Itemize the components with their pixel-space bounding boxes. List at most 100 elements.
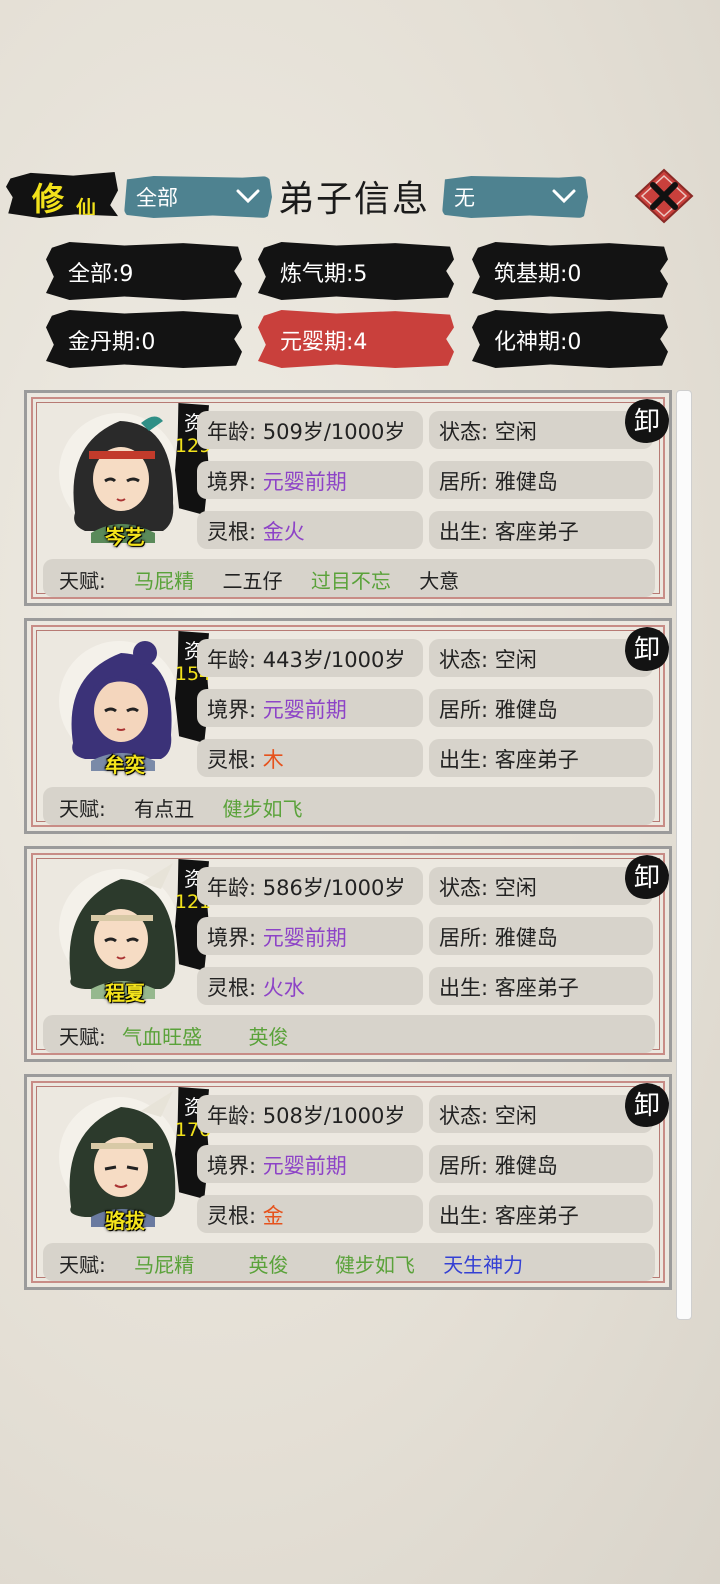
age-value: 586岁/1000岁 xyxy=(262,876,406,900)
dismiss-seal-button[interactable]: 卸 xyxy=(623,1081,671,1129)
chevron-down-icon xyxy=(552,189,576,204)
talent-tag: 大意 xyxy=(419,569,460,593)
talent-tag: 气血旺盛 xyxy=(122,1025,203,1049)
list-scrollbar[interactable] xyxy=(676,390,692,1320)
state-field: 状态: 空闲 xyxy=(429,411,653,449)
disciple-list[interactable]: 资 129 岑艺 年龄: 509岁/1000岁 状态: 空闲 境界: 元婴前期 … xyxy=(24,390,672,1320)
talents-label: 天赋: xyxy=(59,1253,106,1277)
talent-tag: 健步如飞 xyxy=(222,797,303,821)
avatar[interactable]: 资 121 程夏 xyxy=(45,859,215,1009)
dismiss-seal-button[interactable]: 卸 xyxy=(623,853,671,901)
talents-label: 天赋: xyxy=(59,569,106,593)
talents-row: 天赋: 马屁精 英俊 健步如飞 天生神力 xyxy=(43,1243,655,1281)
state-value: 空闲 xyxy=(494,876,537,900)
logo-small-char: 仙 xyxy=(76,196,96,220)
origin-field: 出生: 客座弟子 xyxy=(429,967,653,1005)
chip-all[interactable]: 全部:9 xyxy=(46,242,242,300)
chip-zhuji[interactable]: 筑基期:0 xyxy=(472,242,668,300)
state-field: 状态: 空闲 xyxy=(429,1095,653,1133)
talent-tag: 二五仔 xyxy=(222,569,283,593)
logo-big-char: 修 xyxy=(32,180,65,218)
age-field: 年龄: 508岁/1000岁 xyxy=(197,1095,423,1133)
disciple-card[interactable]: 资 129 岑艺 年龄: 509岁/1000岁 状态: 空闲 境界: 元婴前期 … xyxy=(24,390,672,606)
origin-field: 出生: 客座弟子 xyxy=(429,511,653,549)
svg-text:卸: 卸 xyxy=(634,863,660,893)
talent-tag: 天生神力 xyxy=(443,1253,524,1277)
talent-tag: 过目不忘 xyxy=(310,569,391,593)
disciple-card[interactable]: 资 121 程夏 年龄: 586岁/1000岁 状态: 空闲 境界: 元婴前期 … xyxy=(24,846,672,1062)
svg-text:卸: 卸 xyxy=(634,1091,660,1121)
close-button[interactable] xyxy=(634,168,694,224)
home-value: 雅健岛 xyxy=(494,470,558,494)
spirit-root-field: 灵根: 火水 xyxy=(197,967,423,1005)
disciple-card[interactable]: 资 154 牟奕 年龄: 443岁/1000岁 状态: 空闲 境界: 元婴前期 … xyxy=(24,618,672,834)
age-field: 年龄: 509岁/1000岁 xyxy=(197,411,423,449)
talent-tag: 马屁精 xyxy=(134,1253,195,1277)
avatar[interactable]: 资 176 骆拔 xyxy=(45,1087,215,1237)
origin-value: 客座弟子 xyxy=(494,748,579,772)
talents-label: 天赋: xyxy=(59,1025,106,1049)
age-field: 年龄: 586岁/1000岁 xyxy=(197,867,423,905)
svg-text:卸: 卸 xyxy=(634,407,660,437)
dismiss-seal-button[interactable]: 卸 xyxy=(623,625,671,673)
home-field: 居所: 雅健岛 xyxy=(429,1145,653,1183)
origin-field: 出生: 客座弟子 xyxy=(429,739,653,777)
sort-filter-dropdown[interactable]: 无 xyxy=(442,176,588,218)
realm-field: 境界: 元婴前期 xyxy=(197,917,423,955)
realm-field: 境界: 元婴前期 xyxy=(197,1145,423,1183)
chip-yuanying[interactable]: 元婴期:4 xyxy=(258,310,454,368)
origin-field: 出生: 客座弟子 xyxy=(429,1195,653,1233)
age-field: 年龄: 443岁/1000岁 xyxy=(197,639,423,677)
realm-filter-value: 全部 xyxy=(136,186,178,210)
chip-jindan[interactable]: 金丹期:0 xyxy=(46,310,242,368)
age-value: 509岁/1000岁 xyxy=(262,420,406,444)
page-title: 弟子信息 xyxy=(278,179,431,220)
spirit-root-field: 灵根: 金火 xyxy=(197,511,423,549)
disciple-name: 骆拔 xyxy=(105,1209,145,1233)
svg-text:卸: 卸 xyxy=(634,635,660,665)
disciple-name: 程夏 xyxy=(105,981,145,1005)
realm-value: 元婴前期 xyxy=(262,698,347,722)
top-bar: 修 仙 全部 弟子信息 无 xyxy=(0,168,720,224)
talents-label: 天赋: xyxy=(59,797,106,821)
state-field: 状态: 空闲 xyxy=(429,867,653,905)
talents-row: 天赋: 气血旺盛 英俊 xyxy=(43,1015,655,1053)
talent-tag: 英俊 xyxy=(248,1025,289,1049)
home-field: 居所: 雅健岛 xyxy=(429,689,653,727)
disciple-name: 岑艺 xyxy=(105,525,145,549)
disciple-card[interactable]: 资 176 骆拔 年龄: 508岁/1000岁 状态: 空闲 境界: 元婴前期 … xyxy=(24,1074,672,1290)
realm-field: 境界: 元婴前期 xyxy=(197,689,423,727)
chevron-down-icon xyxy=(236,189,260,204)
talent-tag: 马屁精 xyxy=(134,569,195,593)
origin-value: 客座弟子 xyxy=(494,520,579,544)
realm-filter-dropdown[interactable]: 全部 xyxy=(124,176,272,218)
xiuxian-logo: 修 仙 xyxy=(6,172,118,218)
talent-tag: 有点丑 xyxy=(134,797,195,821)
home-value: 雅健岛 xyxy=(494,1154,558,1178)
spirit-root-value: 木 xyxy=(262,748,284,772)
sort-filter-value: 无 xyxy=(454,186,475,210)
age-value: 443岁/1000岁 xyxy=(262,648,406,672)
spirit-root-value: 金火 xyxy=(262,520,305,544)
home-value: 雅健岛 xyxy=(494,698,558,722)
chip-lianqi[interactable]: 炼气期:5 xyxy=(258,242,454,300)
dismiss-seal-button[interactable]: 卸 xyxy=(623,397,671,445)
realm-field: 境界: 元婴前期 xyxy=(197,461,423,499)
spirit-root-value: 火水 xyxy=(262,976,305,1000)
home-field: 居所: 雅健岛 xyxy=(429,917,653,955)
chip-huashen[interactable]: 化神期:0 xyxy=(472,310,668,368)
origin-value: 客座弟子 xyxy=(494,976,579,1000)
avatar[interactable]: 资 154 牟奕 xyxy=(45,631,215,781)
state-value: 空闲 xyxy=(494,420,537,444)
state-value: 空闲 xyxy=(494,648,537,672)
age-value: 508岁/1000岁 xyxy=(262,1104,406,1128)
realm-value: 元婴前期 xyxy=(262,470,347,494)
realm-value: 元婴前期 xyxy=(262,1154,347,1178)
spirit-root-field: 灵根: 金 xyxy=(197,1195,423,1233)
avatar[interactable]: 资 129 岑艺 xyxy=(45,403,215,553)
spirit-root-value: 金 xyxy=(262,1204,284,1228)
talents-row: 天赋: 马屁精 二五仔 过目不忘 大意 xyxy=(43,559,655,597)
state-value: 空闲 xyxy=(494,1104,537,1128)
state-field: 状态: 空闲 xyxy=(429,639,653,677)
talent-tag: 健步如飞 xyxy=(334,1253,415,1277)
